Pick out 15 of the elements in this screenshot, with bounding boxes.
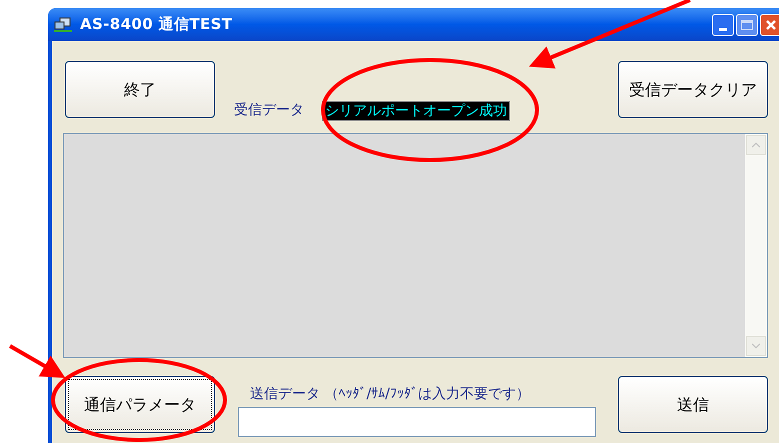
close-icon <box>765 18 777 30</box>
send-input-field[interactable] <box>238 407 596 437</box>
exit-button[interactable]: 終了 <box>65 61 215 118</box>
window-title: AS-8400 通信TEST <box>80 14 232 36</box>
close-button[interactable] <box>760 14 779 36</box>
network-icon <box>54 16 72 32</box>
annotation-arrow <box>9 344 66 378</box>
clear-button[interactable]: 受信データクリア <box>618 61 768 118</box>
minimize-button[interactable] <box>712 14 734 36</box>
params-button[interactable]: 通信パラメータ <box>65 376 215 433</box>
receive-label: 受信データ <box>234 101 304 120</box>
send-button[interactable]: 送信 <box>618 376 768 433</box>
send-data-label: 送信データ （ﾍｯﾀﾞ/ｻﾑ/ﾌｯﾀﾞは入力不要です） <box>250 385 531 404</box>
status-label: シリアルポートオープン成功 <box>322 101 510 121</box>
maximize-button[interactable] <box>736 14 758 36</box>
